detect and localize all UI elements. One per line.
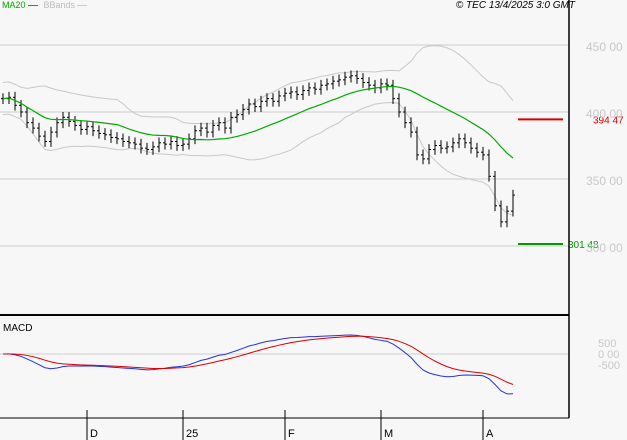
ohlc-bar [313, 82, 317, 95]
ohlc-bar [373, 79, 377, 94]
ohlc-bar [337, 74, 341, 87]
legend-ma20: MA20 [2, 0, 26, 10]
ohlc-bar [331, 75, 335, 90]
ohlc-bar [85, 121, 89, 135]
time-tick-label: A [486, 428, 494, 440]
ma20-line [2, 85, 514, 159]
ohlc-bar [229, 112, 233, 134]
ohlc-bar [463, 133, 467, 149]
ohlc-bar [31, 117, 35, 134]
ohlc-bar [187, 133, 191, 150]
ohlc-bar [139, 138, 143, 154]
ohlc-bar [481, 146, 485, 161]
time-tick-label: D [90, 428, 98, 440]
price-tick-label: 300 00 [586, 241, 623, 255]
ohlc-bar [97, 125, 101, 139]
ohlc-bar [103, 128, 107, 141]
ma20-swatch [27, 5, 38, 7]
ohlc-bar [73, 116, 77, 131]
ohlc-bar [451, 137, 455, 153]
ohlc-bar [43, 130, 47, 147]
ohlc-bar [115, 132, 119, 145]
ohlc-bar [49, 126, 53, 147]
ohlc-bar [79, 120, 83, 135]
ohlc-bar [505, 205, 509, 228]
ohlc-bar [205, 122, 209, 138]
ohlc-bar [415, 126, 419, 161]
bbands-swatch [77, 5, 88, 7]
ohlc-bar [391, 79, 395, 104]
ohlc-bar [283, 87, 287, 102]
ohlc-bar [343, 71, 347, 86]
ohlc-bar [475, 142, 479, 158]
time-tick-label: M [384, 428, 393, 440]
ohlc-bar [487, 149, 491, 182]
ohlc-bar [253, 98, 257, 112]
ohlc-bar [445, 141, 449, 154]
ohlc-bar [361, 73, 365, 88]
ohlc-bar [379, 78, 383, 94]
ohlc-bar [175, 136, 179, 151]
ohlc-bar [427, 144, 431, 165]
ohlc-bar [259, 95, 263, 112]
ohlc-bar [319, 79, 323, 95]
ohlc-bar [37, 122, 41, 142]
ohlc-bar [157, 137, 161, 153]
ohlc-bar [277, 90, 281, 107]
ohlc-bar [457, 133, 461, 149]
bollinger-lower-band [2, 101, 514, 216]
copyright: © TEC 13/4/2025 3:0 GMT [455, 0, 575, 11]
chart-canvas: 394 47301 48450 00400 00350 00300 00D 25 F… [0, 0, 624, 440]
ohlc-bar [121, 133, 125, 147]
ohlc-bar [325, 78, 329, 91]
legend: MA20 BBands [2, 0, 88, 10]
time-tick-label: F [288, 428, 295, 440]
ohlc-bar [199, 122, 203, 137]
ohlc-bar [439, 140, 443, 154]
ohlc-bar [55, 117, 59, 138]
ohlc-bar [295, 86, 299, 100]
ohlc-bar [169, 136, 173, 150]
ohlc-bar [271, 93, 275, 107]
ohlc-bar [211, 120, 215, 138]
price-tick-label: 450 00 [586, 40, 623, 54]
macd-tick-label: -500 [598, 360, 620, 372]
ohlc-bar [307, 82, 311, 96]
ohlc-bar [133, 137, 137, 150]
ohlc-bar [145, 142, 149, 155]
legend-bbands: BBands [43, 0, 76, 10]
ohlc-bar [433, 140, 437, 155]
ohlc-bar [217, 117, 221, 131]
ohlc-bar [301, 85, 305, 100]
ohlc-bar [193, 125, 197, 145]
ohlc-bar [127, 136, 131, 149]
ohlc-bar [421, 149, 425, 165]
time-tick-label: 25 [186, 428, 198, 440]
ohlc-bar [469, 137, 473, 154]
ohlc-bar [493, 170, 497, 212]
ohlc-bar [511, 189, 515, 217]
ohlc-bar [409, 117, 413, 138]
ohlc-bar [289, 86, 293, 99]
ohlc-bar [223, 117, 227, 134]
stock-chart: 394 47 301 48 450 00 400 00 350 00 300 00 D 25 F… [0, 0, 627, 440]
ohlc-bar [109, 129, 113, 143]
ohlc-bar [355, 70, 359, 84]
ohlc-bar [385, 78, 389, 91]
macd-title: MACD [3, 323, 32, 334]
ohlc-bar [91, 121, 95, 137]
price-tick-label: 400 00 [586, 107, 623, 121]
ohlc-bar [163, 137, 167, 150]
price-tick-label: 350 00 [586, 174, 623, 188]
ohlc-bar [181, 138, 185, 151]
